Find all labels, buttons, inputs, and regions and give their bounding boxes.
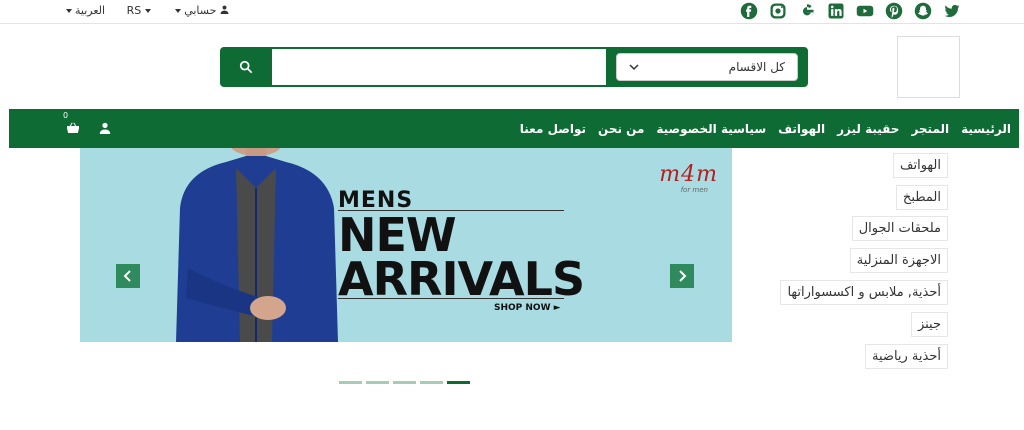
search-input[interactable] [272, 49, 606, 85]
carousel-dot[interactable] [366, 381, 389, 384]
cart-count: 0 [63, 111, 69, 120]
snapchat-icon[interactable] [913, 1, 933, 21]
user-icon [99, 122, 111, 134]
top-bar: العربية RS حسابي [0, 0, 1024, 24]
banner-headline-3: ARRIVALS [338, 252, 585, 306]
instagram-icon[interactable] [768, 1, 788, 21]
nav-icons: 0 [63, 111, 113, 134]
shop-now-link[interactable]: SHOP NOW ► [494, 303, 561, 313]
brand-tagline: for men [680, 186, 708, 194]
category-item[interactable]: المطبخ [895, 185, 948, 210]
category-item[interactable]: جينز [910, 312, 948, 337]
nav-about[interactable]: من نحن [598, 122, 644, 136]
carousel-indicators [339, 381, 470, 384]
currency-selector[interactable]: RS [127, 4, 154, 17]
carousel-next-button[interactable] [670, 264, 694, 288]
carousel-dot[interactable] [339, 381, 362, 384]
carousel-dot[interactable] [420, 381, 443, 384]
chevron-left-icon [123, 270, 131, 282]
nav-laser-bag[interactable]: حقيبة ليزر [837, 122, 899, 136]
user-icon [220, 5, 229, 14]
search-button[interactable] [220, 47, 272, 87]
nav-contact[interactable]: تواصل معنا [520, 122, 586, 136]
youtube-icon[interactable] [855, 1, 875, 21]
caret-down-icon [175, 9, 182, 13]
site-logo[interactable] [897, 36, 960, 98]
chevron-right-icon [679, 270, 687, 282]
google-icon[interactable] [797, 1, 817, 21]
category-item[interactable]: ملحقات الجوال [851, 216, 948, 241]
facebook-icon[interactable] [739, 1, 759, 21]
brand-logo: m4m [659, 162, 718, 187]
carousel-dot[interactable] [447, 381, 470, 384]
social-links [739, 1, 962, 21]
nav-phones[interactable]: الهواتف [778, 122, 825, 136]
pinterest-icon[interactable] [884, 1, 904, 21]
main-navbar: الرئيسية المتجر حقيبة ليزر الهواتف سياسي… [9, 109, 1019, 148]
account-menu[interactable]: حسابي [175, 4, 229, 17]
caret-down-icon [66, 9, 72, 13]
carousel-dot[interactable] [393, 381, 416, 384]
category-item[interactable]: أحذية رياضية [865, 344, 948, 369]
category-dropdown[interactable]: كل الاقسام [616, 53, 798, 81]
caret-down-icon [144, 9, 151, 13]
twitter-icon[interactable] [942, 1, 962, 21]
divider [338, 298, 564, 299]
category-item[interactable]: الهواتف [893, 153, 948, 178]
language-selector[interactable]: العربية [66, 4, 105, 17]
linkedin-icon[interactable] [826, 1, 846, 21]
search-icon [239, 60, 253, 74]
category-item[interactable]: الاجهزة المنزلية [849, 248, 948, 273]
category-item[interactable]: أحذية, ملابس و اكسسواراتها [780, 280, 948, 305]
nav-shop[interactable]: المتجر [911, 122, 949, 136]
hero-banner[interactable]: m4m for men MENS NEW ARRIVALS SHOP NOW ► [80, 148, 732, 342]
top-links: العربية RS حسابي [66, 4, 247, 17]
basket-icon [66, 122, 80, 133]
carousel-prev-button[interactable] [116, 264, 140, 288]
account-button[interactable] [99, 119, 113, 134]
chevron-down-icon [629, 64, 639, 71]
nav-privacy-policy[interactable]: سياسية الخصوصية [656, 122, 766, 136]
nav-menu: الرئيسية المتجر حقيبة ليزر الهواتف سياسي… [520, 109, 1011, 148]
model-image [176, 148, 338, 342]
search-bar: كل الاقسام [220, 47, 808, 87]
nav-home[interactable]: الرئيسية [961, 122, 1011, 136]
cart-button[interactable]: 0 [63, 111, 81, 133]
category-selected: كل الاقسام [728, 60, 785, 74]
